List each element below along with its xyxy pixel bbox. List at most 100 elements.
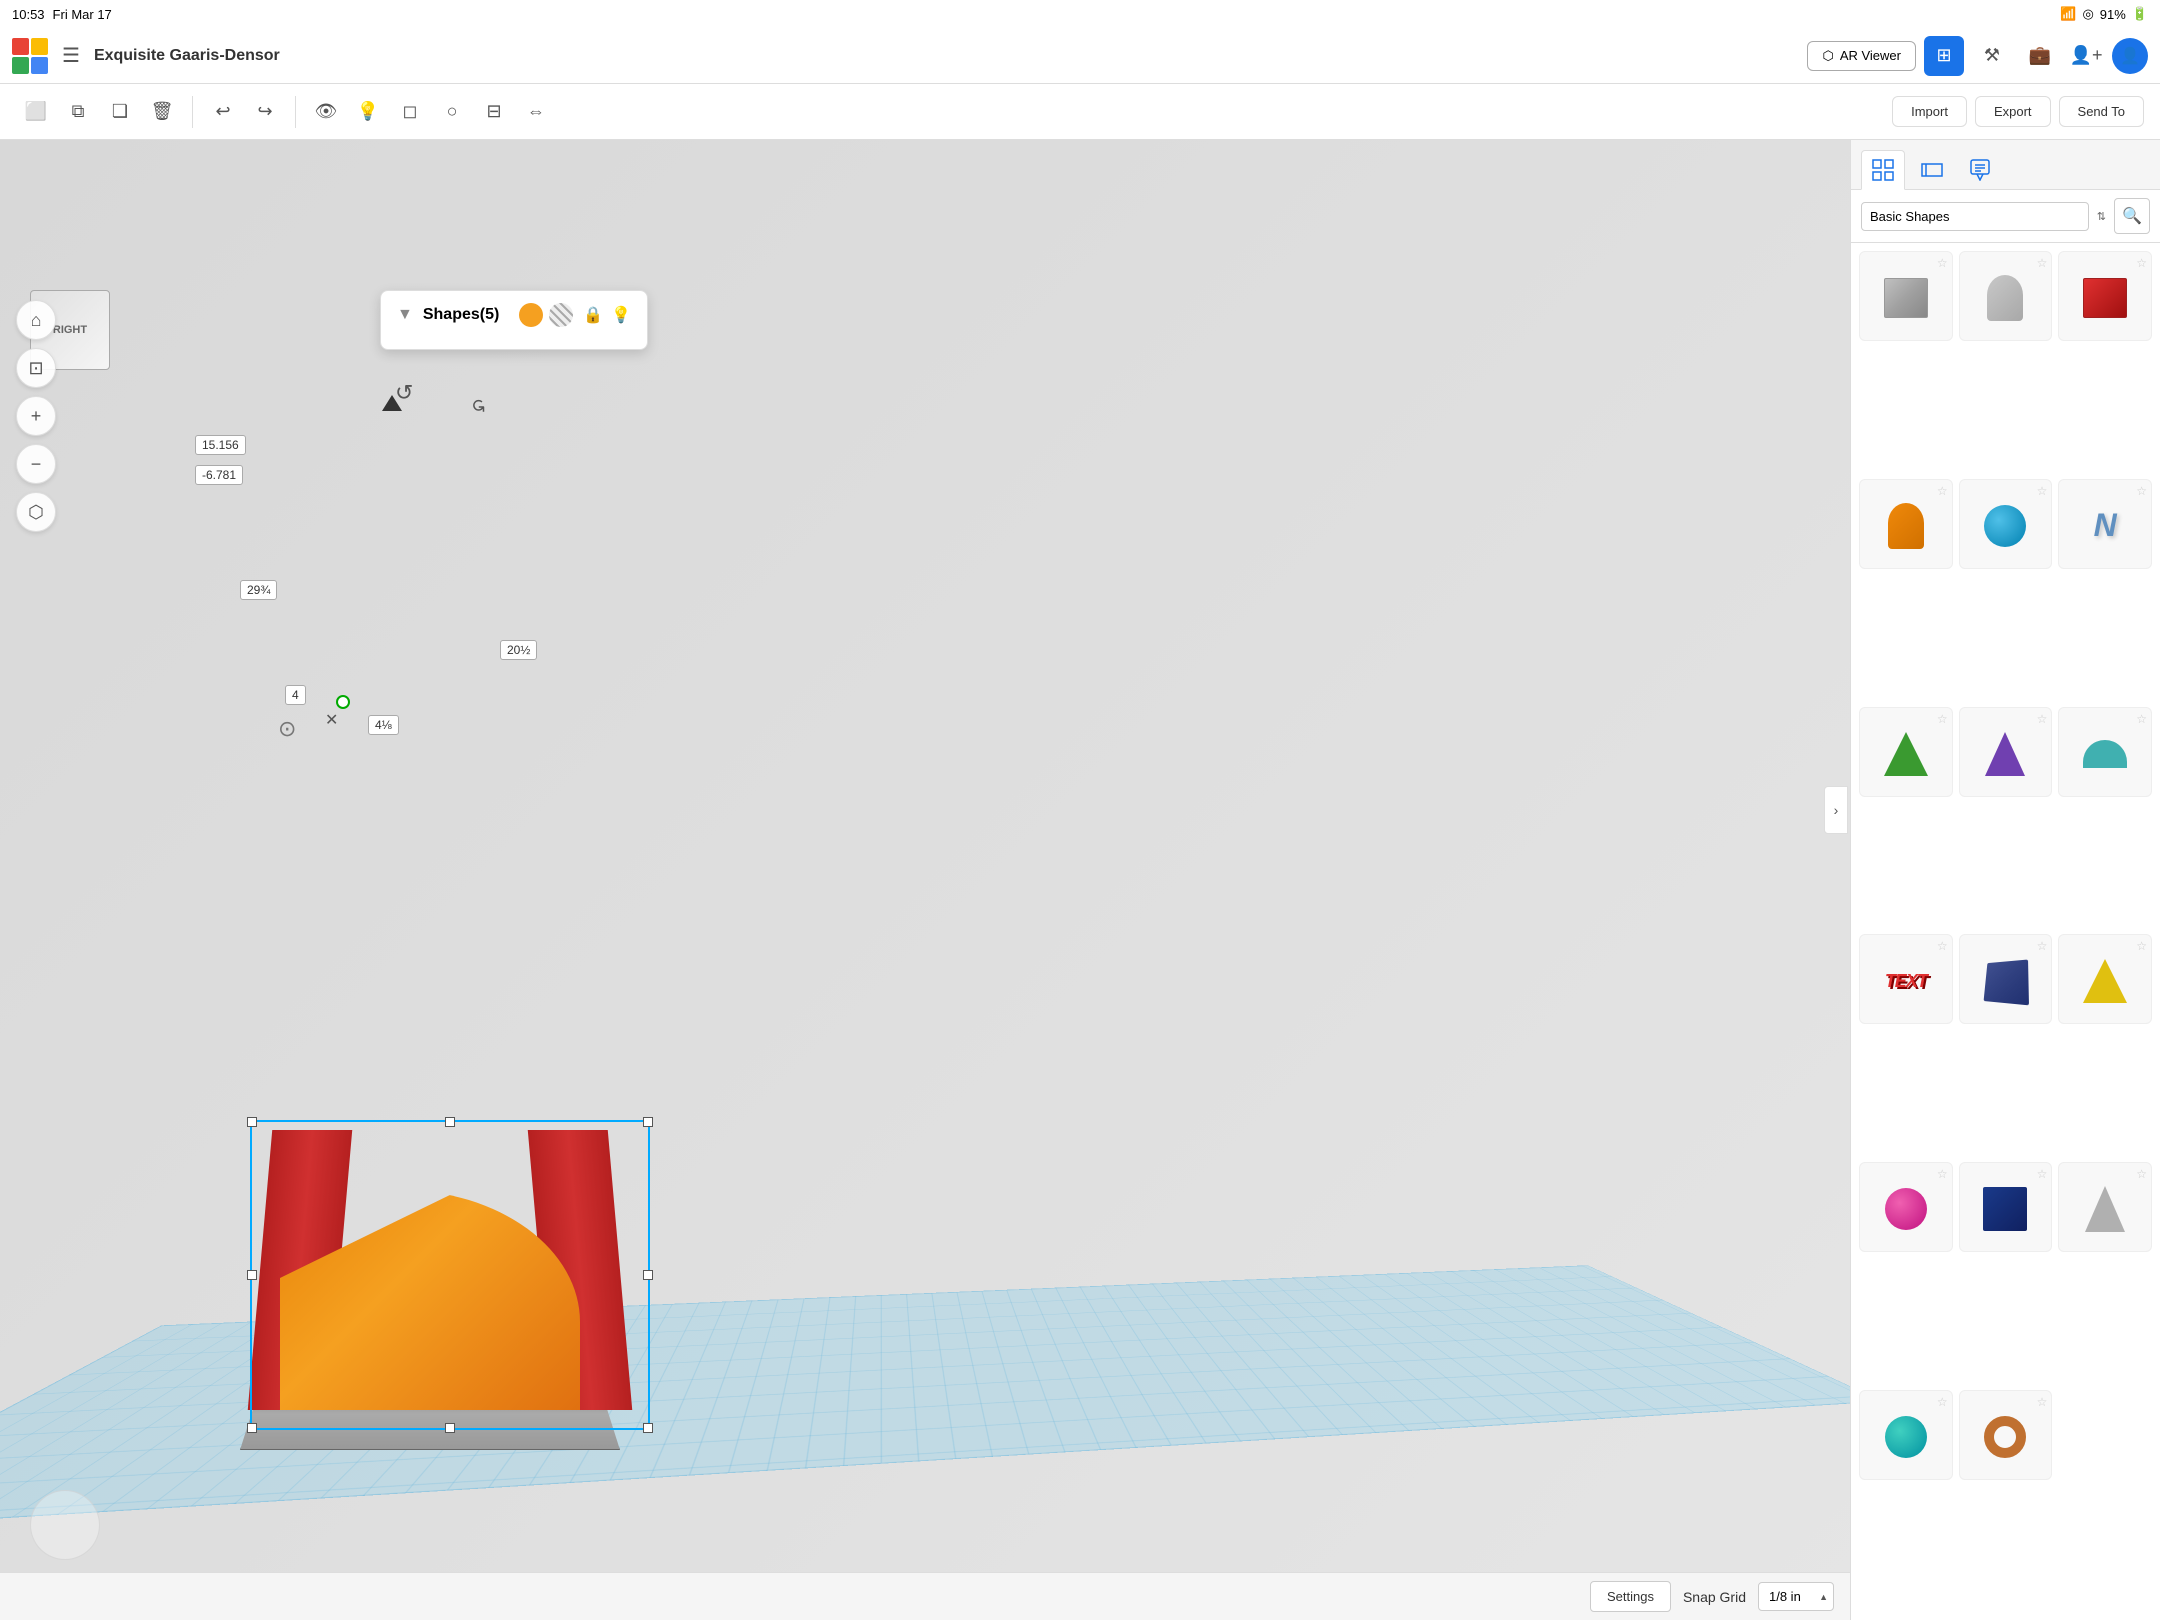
hammer-icon-button[interactable]: ⚒ (1972, 36, 2012, 76)
settings-button[interactable]: Settings (1590, 1581, 1671, 1612)
align-tool-button[interactable]: ⊟ (474, 92, 514, 132)
favorite-star[interactable]: ☆ (1937, 484, 1948, 498)
mirror-x-tool-button[interactable]: ⇔ (516, 92, 556, 132)
favorite-star[interactable]: ☆ (2037, 1395, 2048, 1409)
tab-notes[interactable] (1959, 150, 2001, 189)
search-button[interactable]: 🔍 (2114, 198, 2150, 234)
duplicate-button[interactable]: ⧉ (58, 92, 98, 132)
project-title[interactable]: Exquisite Gaaris-Densor (94, 47, 1798, 65)
add-person-button[interactable]: 👤+ (2068, 38, 2104, 74)
dimension-label-4: 20½ (500, 640, 537, 660)
handle-bottom-right[interactable] (643, 1423, 653, 1433)
tab-dimensions[interactable] (1911, 150, 1953, 189)
user-avatar[interactable]: 👤 (2112, 38, 2148, 74)
favorite-star[interactable]: ☆ (1937, 939, 1948, 953)
import-button[interactable]: Import (1892, 96, 1967, 127)
grid-view-button[interactable]: ⊞ (1924, 36, 1964, 76)
tinkercad-logo[interactable] (12, 38, 48, 74)
shape-card-cylinder-grey[interactable]: ☆ (1959, 251, 2053, 341)
perspective-button[interactable]: ⬡ (16, 492, 56, 532)
move-handle[interactable]: ✕ (325, 710, 338, 730)
toolbar: ⬜ ⧉ ❏ 🗑 ↩ ↪ 👁 💡 ◻ ○ ⊟ ⇔ Import Export Se… (0, 84, 2160, 140)
panel-collapse-button[interactable]: › (1824, 786, 1848, 834)
shape-card-torus-brown[interactable]: ☆ (1959, 1390, 2053, 1480)
favorite-star[interactable]: ☆ (2037, 256, 2048, 270)
shape-card-text-3d[interactable]: ☆ TEXT (1859, 934, 1953, 1024)
shape-card-sphere-pink[interactable]: ☆ (1859, 1162, 1953, 1252)
shape-visual (1985, 718, 2025, 790)
favorite-star[interactable]: ☆ (2037, 939, 2048, 953)
shape-card-cylinder-orange[interactable]: ☆ (1859, 479, 1953, 569)
sort-icon[interactable]: ⇅ (2097, 210, 2106, 223)
favorite-star[interactable]: ☆ (2136, 256, 2147, 270)
favorite-star[interactable]: ☆ (2037, 484, 2048, 498)
text-3d-visual: TEXT (1885, 971, 1927, 992)
favorite-star[interactable]: ☆ (1937, 712, 1948, 726)
3d-viewport[interactable]: ↺ ↺ 15.156 -6.781 29¾ 20½ 4 4⅛ ✕ ⊙ (0, 140, 1850, 1620)
favorite-star[interactable]: ☆ (2136, 939, 2147, 953)
bulb-icon[interactable]: 💡 (611, 305, 631, 325)
handle-top-left[interactable] (247, 1117, 257, 1127)
compass[interactable] (30, 1490, 100, 1560)
shape-card-pyramid-green[interactable]: ☆ (1859, 707, 1953, 797)
color-solid-button[interactable] (519, 303, 543, 327)
handle-top-center[interactable] (445, 1117, 455, 1127)
shapes-tool-button[interactable]: ◻ (390, 92, 430, 132)
tab-grid[interactable] (1861, 150, 1905, 190)
shape-card-sphere-blue[interactable]: ☆ (1959, 479, 2053, 569)
favorite-star[interactable]: ☆ (1937, 1167, 1948, 1181)
delete-button[interactable]: 🗑 (142, 92, 182, 132)
favorite-star[interactable]: ☆ (2136, 1167, 2147, 1181)
favorite-star[interactable]: ☆ (2136, 712, 2147, 726)
rotate-handle-2[interactable]: ↺ (467, 398, 488, 413)
export-button[interactable]: Export (1975, 96, 2051, 127)
handle-top-right[interactable] (643, 1117, 653, 1127)
ar-viewer-button[interactable]: ⬡ AR Viewer (1807, 41, 1916, 71)
undo-button[interactable]: ↩ (203, 92, 243, 132)
shape-card-sphere-teal[interactable]: ☆ (1859, 1390, 1953, 1480)
battery-display: 91% (2100, 7, 2126, 22)
send-to-button[interactable]: Send To (2059, 96, 2144, 127)
zoom-out-button[interactable]: − (16, 444, 56, 484)
torus-brown-visual (1984, 1416, 2026, 1458)
color-hole-button[interactable] (549, 303, 573, 327)
canvas-area[interactable]: ↺ ↺ 15.156 -6.781 29¾ 20½ 4 4⅛ ✕ ⊙ RIGHT… (0, 140, 1850, 1620)
favorite-star[interactable]: ☆ (2136, 484, 2147, 498)
menu-icon[interactable]: ☰ (58, 39, 84, 72)
camera-tool-button[interactable]: 👁 (306, 92, 346, 132)
shape-card-pyramid-purple[interactable]: ☆ (1959, 707, 2053, 797)
shape-card-cone-grey[interactable]: ☆ (2058, 1162, 2152, 1252)
dimension-label-3: 29¾ (240, 580, 277, 600)
zoom-in-button[interactable]: + (16, 396, 56, 436)
mirror-button[interactable]: ❏ (100, 92, 140, 132)
shape-card-box[interactable]: ☆ (1859, 251, 1953, 341)
category-dropdown[interactable]: Basic Shapes Featured Shapes Letters Num… (1861, 202, 2089, 231)
snap-grid-select[interactable]: 1/16 in 1/8 in 1/4 in 1/2 in 1 in (1758, 1582, 1834, 1611)
light-tool-button[interactable]: 💡 (348, 92, 388, 132)
favorite-star[interactable]: ☆ (2037, 1167, 2048, 1181)
handle-mid-left[interactable] (247, 1270, 257, 1280)
scale-handle-green[interactable] (336, 695, 350, 709)
shape-card-box-navy[interactable]: ☆ (1959, 1162, 2053, 1252)
popup-collapse-button[interactable]: ▼ (397, 306, 413, 324)
round-tool-button[interactable]: ○ (432, 92, 472, 132)
logo-k (31, 57, 48, 74)
copy-button[interactable]: ⬜ (16, 92, 56, 132)
favorite-star[interactable]: ☆ (2037, 712, 2048, 726)
shape-card-arch-teal[interactable]: ☆ (2058, 707, 2152, 797)
fit-view-button[interactable]: ⊡ (16, 348, 56, 388)
shape-card-box-red[interactable]: ☆ (2058, 251, 2152, 341)
lock-icon[interactable]: 🔒 (583, 305, 603, 325)
favorite-star[interactable]: ☆ (1937, 1395, 1948, 1409)
handle-mid-right[interactable] (643, 1270, 653, 1280)
redo-button[interactable]: ↪ (245, 92, 285, 132)
favorite-star[interactable]: ☆ (1937, 256, 1948, 270)
briefcase-icon-button[interactable]: 💼 (2020, 36, 2060, 76)
home-view-button[interactable]: ⌂ (16, 300, 56, 340)
shape-card-text-n[interactable]: ☆ N (2058, 479, 2152, 569)
shape-card-box-blue[interactable]: ☆ (1959, 934, 2053, 1024)
shape-card-pyramid-yellow[interactable]: ☆ (2058, 934, 2152, 1024)
3d-object[interactable] (200, 1090, 680, 1470)
shapes-popup: ▼ Shapes(5) 🔒 💡 (380, 290, 648, 350)
cylinder-indicator: ⊙ (278, 716, 296, 742)
